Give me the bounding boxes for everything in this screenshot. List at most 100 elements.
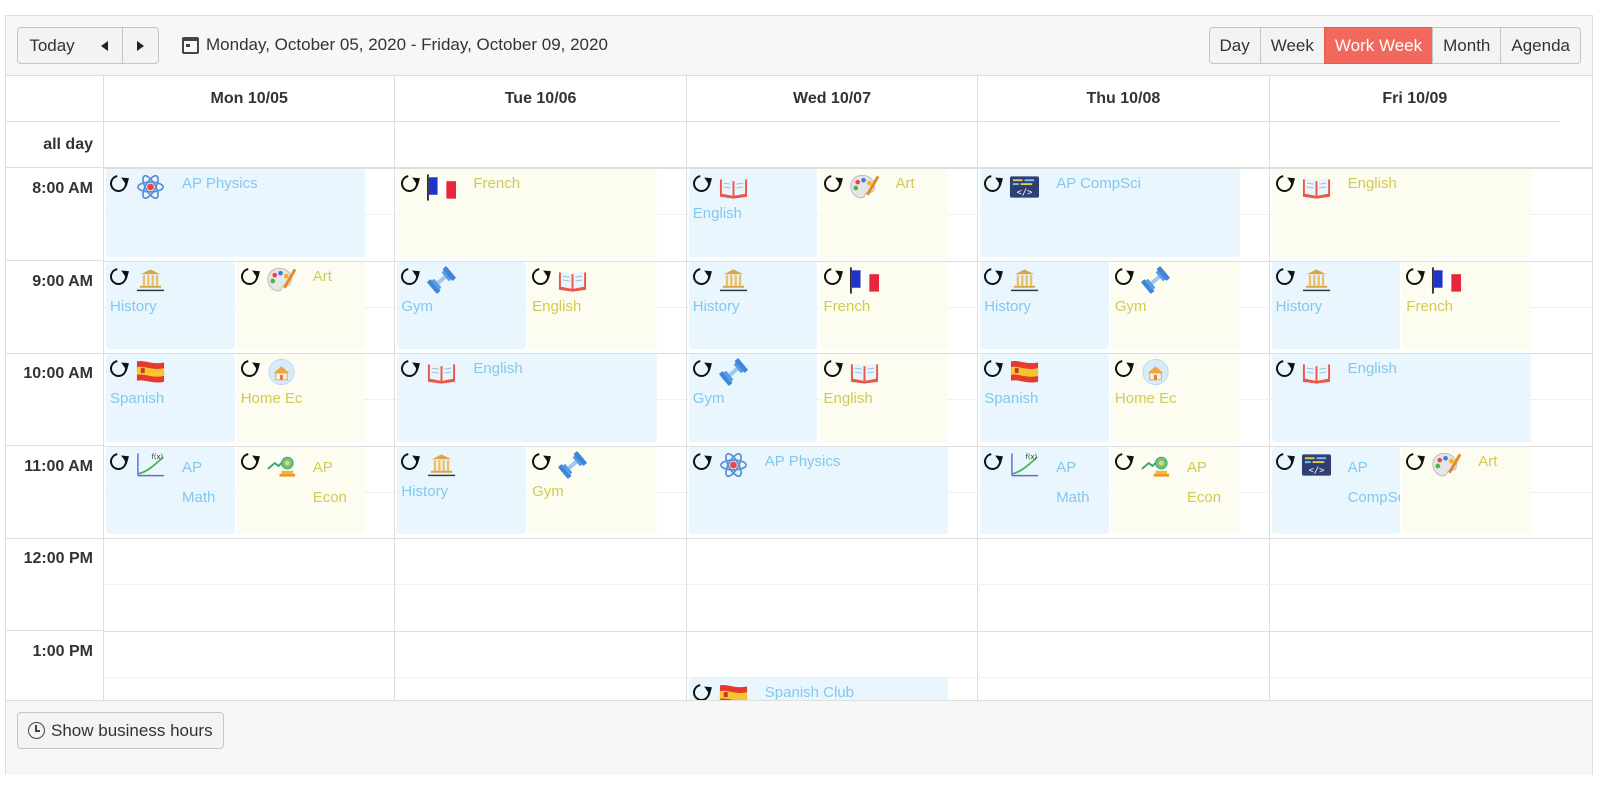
recurrence-icon	[106, 171, 131, 196]
event-ap-compsci[interactable]: </>AP CompSci	[1271, 446, 1401, 534]
event-history[interactable]: History	[688, 261, 818, 349]
event-english[interactable]: English	[1271, 169, 1531, 257]
atom-icon	[718, 451, 749, 479]
event-title: Spanish	[984, 390, 1039, 407]
event-spanish[interactable]: Spanish	[980, 354, 1109, 442]
event-art[interactable]: Art	[1402, 446, 1531, 534]
event-ap-math[interactable]: f(x) AP Math	[106, 446, 235, 534]
view-agenda-button[interactable]: Agenda	[1500, 27, 1581, 64]
recurrence-icon	[689, 356, 714, 381]
event-gym[interactable]: Gym	[397, 261, 527, 349]
show-business-hours-label: Show business hours	[51, 720, 213, 740]
event-title: History	[692, 297, 740, 315]
event-title: English	[692, 205, 742, 222]
column-divider	[977, 122, 979, 700]
time-label: 9:00 AM	[6, 261, 103, 354]
recurrence-icon	[1402, 264, 1427, 288]
all-day-row[interactable]	[103, 122, 1592, 168]
france-flag-icon	[426, 173, 457, 201]
event-history[interactable]: History	[980, 261, 1109, 349]
event-title: Spanish	[110, 390, 165, 407]
event-home-ec[interactable]: Home Ec	[1110, 354, 1240, 442]
recurrence-icon	[398, 264, 422, 288]
column-divider	[685, 122, 687, 700]
event-title: Home Ec	[240, 390, 303, 407]
event-gym[interactable]: Gym	[1110, 261, 1240, 349]
event-english[interactable]: English	[397, 354, 657, 442]
view-switcher: Day Week Work Week Month Agenda	[1208, 27, 1581, 64]
today-button[interactable]: Today	[17, 27, 87, 64]
column-divider	[394, 122, 396, 700]
event-history[interactable]: History	[1271, 261, 1401, 349]
view-week-button[interactable]: Week	[1259, 27, 1325, 64]
event-title: AP Math	[182, 458, 216, 506]
event-ap-econ[interactable]: AP Econ	[236, 446, 366, 534]
recurrence-icon	[1272, 356, 1296, 381]
event-home-ec[interactable]: Home Ec	[236, 354, 366, 442]
event-spanish-club[interactable]: Spanish Club	[688, 677, 949, 700]
event-ap-compsci[interactable]: </>AP CompSci	[980, 169, 1240, 257]
date-range-picker[interactable]: Monday, October 05, 2020 - Friday, Octob…	[182, 35, 608, 55]
event-title: Gym	[401, 297, 434, 315]
event-title: English	[532, 297, 582, 315]
event-ap-physics[interactable]: AP Physics	[688, 446, 949, 534]
event-title: Gym	[532, 482, 564, 500]
event-header	[398, 449, 522, 479]
event-ap-math[interactable]: f(x) AP Math	[980, 446, 1109, 534]
event-english[interactable]: English	[1271, 354, 1531, 442]
event-header	[689, 264, 814, 294]
recurrence-icon	[528, 449, 553, 473]
event-french[interactable]: French	[397, 169, 657, 257]
view-day-button[interactable]: Day	[1208, 27, 1261, 64]
event-title: AP Physics	[182, 175, 258, 192]
next-button[interactable]	[122, 27, 159, 64]
recurrence-icon	[528, 264, 553, 288]
recurrence-icon	[980, 171, 1005, 196]
toolbar: Today Monday, October 05, 2020 - Friday,…	[6, 16, 1592, 76]
event-art[interactable]: Art	[236, 261, 366, 349]
arrow-left-icon	[100, 40, 108, 51]
event-history[interactable]: History	[106, 261, 235, 349]
event-history[interactable]: History	[397, 446, 527, 534]
recurrence-icon	[1111, 264, 1136, 288]
event-header	[1402, 449, 1527, 479]
dumbbell-icon	[557, 450, 588, 479]
event-ap-physics[interactable]: AP Physics	[106, 169, 366, 257]
france-flag-icon	[1431, 266, 1462, 294]
event-header	[1111, 356, 1236, 386]
previous-button[interactable]	[86, 27, 123, 64]
museum-icon	[426, 451, 457, 479]
recurrence-icon	[689, 171, 714, 196]
recurrence-icon	[398, 449, 422, 473]
home-icon	[266, 358, 297, 386]
recurrence-icon	[820, 264, 844, 288]
view-work-week-button[interactable]: Work Week	[1323, 27, 1434, 64]
recurrence-icon	[820, 356, 844, 381]
event-gym[interactable]: Gym	[528, 446, 657, 534]
show-business-hours-button[interactable]: Show business hours	[17, 712, 224, 749]
event-title: English	[473, 360, 523, 377]
event-gym[interactable]: Gym	[688, 354, 818, 442]
event-french[interactable]: French	[1402, 261, 1531, 349]
event-header	[1272, 171, 1527, 201]
event-french[interactable]: French	[819, 261, 949, 349]
day-header: Fri 10/09	[1268, 76, 1560, 122]
view-month-button[interactable]: Month	[1432, 27, 1502, 64]
event-title: Gym	[1114, 297, 1147, 315]
event-header	[1272, 264, 1397, 294]
event-english[interactable]: English	[819, 354, 949, 442]
event-spanish[interactable]: Spanish	[106, 354, 235, 442]
event-title: Spanish Club	[764, 683, 855, 700]
event-title: French	[823, 297, 871, 315]
recurrence-icon	[980, 264, 1005, 288]
time-label: 12:00 PM	[6, 538, 103, 631]
event-ap-econ[interactable]: AP Econ	[1110, 446, 1240, 534]
event-art[interactable]: Art	[819, 169, 949, 257]
recurrence-icon	[820, 171, 844, 196]
event-title: History	[1275, 297, 1323, 315]
palette-icon	[849, 173, 880, 201]
event-english[interactable]: English	[688, 169, 818, 257]
event-title: AP CompSci	[1347, 458, 1401, 506]
event-english[interactable]: English	[528, 261, 657, 349]
arrow-right-icon	[137, 40, 144, 51]
